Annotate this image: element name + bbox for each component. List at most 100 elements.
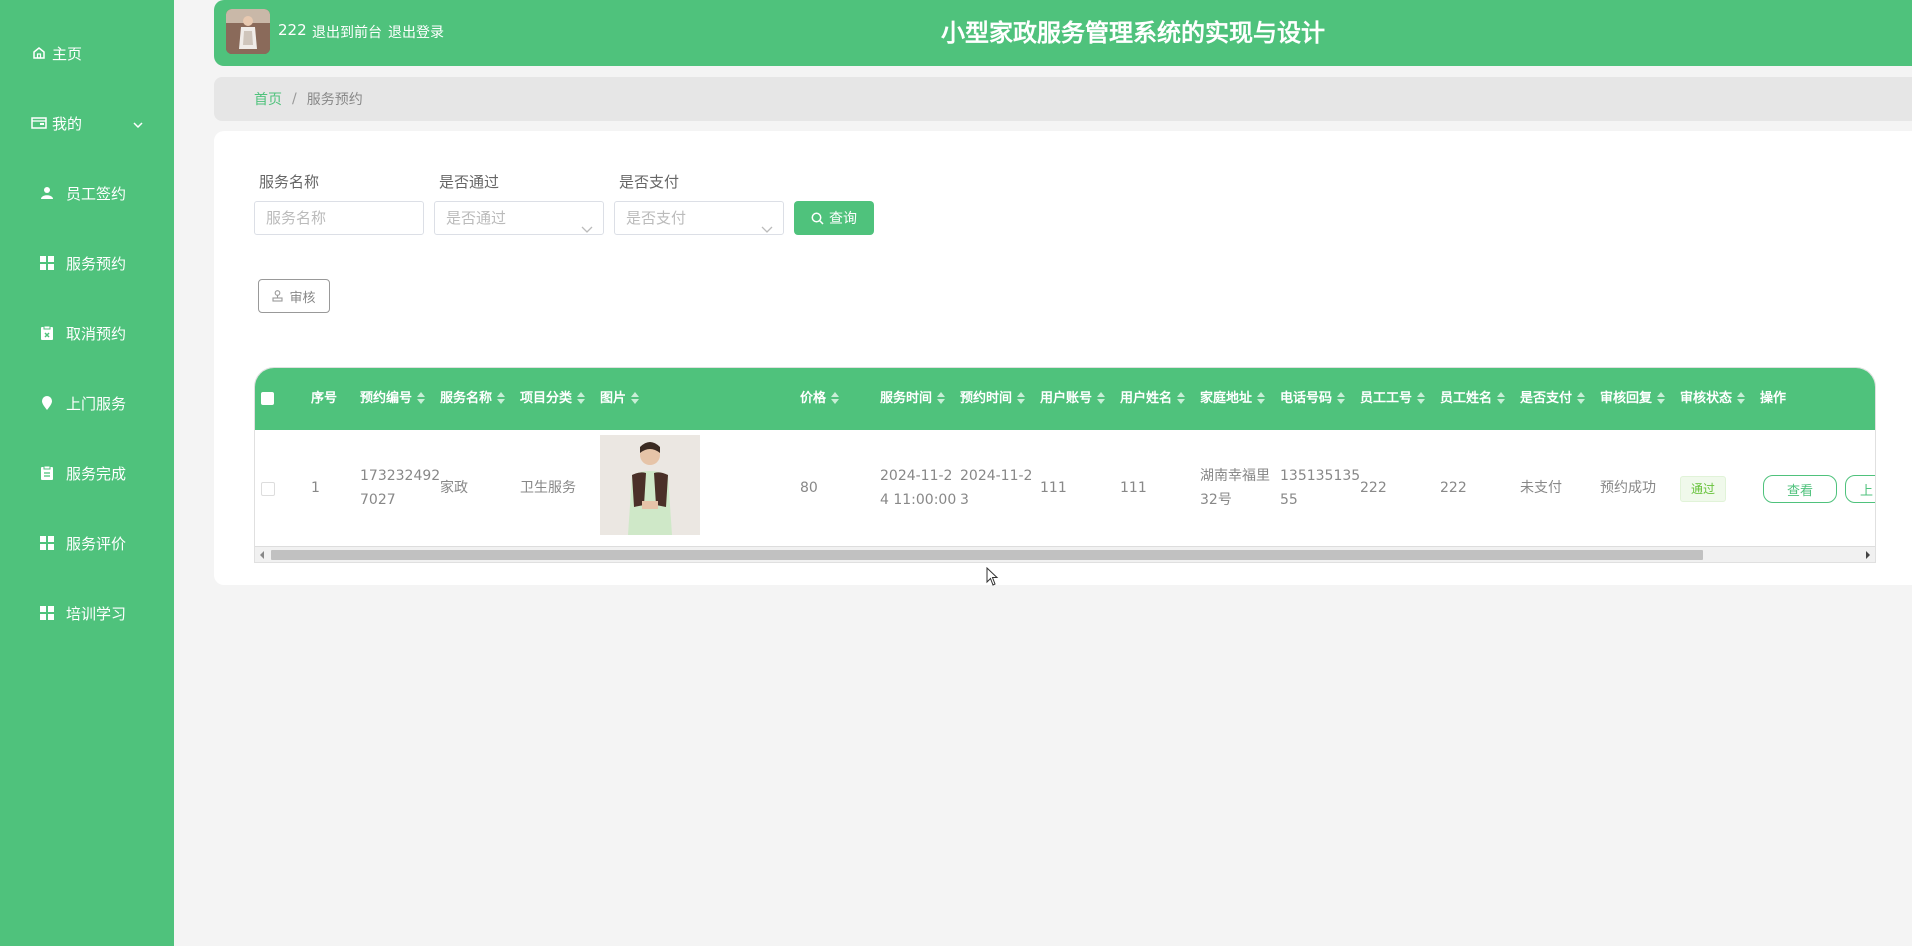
paid-placeholder: 是否支付: [626, 209, 687, 227]
breadcrumb: 首页 / 服务预约: [214, 77, 1912, 121]
status-badge: 通过: [1680, 476, 1726, 502]
scroll-thumb[interactable]: [271, 550, 1703, 560]
col-header-category[interactable]: 项目分类: [520, 368, 586, 430]
sort-icon: [1657, 391, 1666, 404]
paid-select[interactable]: 是否支付: [614, 201, 784, 235]
sidebar-item-label: 主页: [52, 44, 83, 63]
view-button-label: 查看: [1786, 483, 1813, 499]
sidebar-item-label: 服务评价: [66, 534, 127, 553]
col-header-audit-reply[interactable]: 审核回复: [1600, 368, 1666, 430]
sidebar-item-label: 培训学习: [66, 604, 127, 623]
sidebar-item-service-booking[interactable]: 服务预约: [0, 243, 174, 283]
scroll-right-arrow-icon[interactable]: [1866, 551, 1870, 559]
breadcrumb-current: 服务预约: [306, 92, 363, 108]
sidebar-item-cancel-booking[interactable]: 取消预约: [0, 313, 174, 353]
sidebar-item-service-done[interactable]: 服务完成: [0, 453, 174, 493]
mouse-cursor-icon: [986, 566, 1000, 591]
sidebar-item-label: 我的: [52, 114, 83, 133]
service-name-label: 服务名称: [259, 173, 320, 191]
cell-phone: 135135135 55: [1280, 468, 1361, 508]
col-header-phone[interactable]: 电话号码: [1280, 368, 1346, 430]
query-button-label: 查询: [829, 211, 857, 227]
cell-user-account: 111: [1040, 480, 1067, 496]
next-action-button[interactable]: 上: [1845, 475, 1875, 503]
audit-button-label: 审核: [289, 290, 316, 306]
cell-booking-time: 2024-11-2 3: [960, 468, 1033, 508]
wallet-icon: [30, 114, 48, 132]
sort-icon: [1257, 391, 1266, 404]
sidebar-item-home-service[interactable]: 上门服务: [0, 383, 174, 423]
cell-audit-reply: 预约成功: [1600, 480, 1656, 496]
sidebar-item-label: 取消预约: [66, 324, 127, 343]
sort-icon: [1017, 391, 1026, 404]
col-header-index: 序号: [311, 391, 338, 406]
audit-button[interactable]: 审核: [258, 279, 330, 313]
clipboard-x-icon: [38, 324, 56, 342]
col-header-booking-no[interactable]: 预约编号: [360, 368, 426, 430]
horizontal-scrollbar[interactable]: [255, 546, 1875, 562]
sidebar-item-training[interactable]: 培训学习: [0, 593, 174, 633]
table-header: 序号 预约编号 服务名称 项目分类 图片 价格 服务时间 预约时间 用户账号 用…: [255, 368, 1875, 430]
sidebar-item-staff-contract[interactable]: 员工签约: [0, 173, 174, 213]
sort-icon: [831, 391, 840, 404]
search-icon: [811, 212, 824, 225]
content-panel: 服务名称 服务名称 是否通过 是否通过 是否支付 是否支付 查询 审核 序号 预…: [214, 131, 1912, 585]
sort-icon: [417, 391, 426, 404]
col-header-image[interactable]: 图片: [600, 368, 640, 430]
col-header-staff-no[interactable]: 员工工号: [1360, 368, 1426, 430]
cell-staff-name: 222: [1440, 480, 1467, 496]
passed-select[interactable]: 是否通过: [434, 201, 604, 235]
col-header-address[interactable]: 家庭地址: [1200, 368, 1266, 430]
cell-booking-no: 173232492 7027: [360, 468, 441, 508]
select-all-checkbox[interactable]: [261, 392, 274, 405]
cell-service-name: 家政: [440, 480, 468, 496]
scroll-left-arrow-icon[interactable]: [260, 551, 264, 559]
cell-price: 80: [800, 480, 818, 496]
breadcrumb-home[interactable]: 首页: [254, 89, 282, 109]
passed-label: 是否通过: [439, 173, 500, 191]
cell-address: 湖南幸福里 32号: [1200, 468, 1270, 508]
sort-icon: [937, 391, 946, 404]
sort-icon: [1737, 391, 1746, 404]
service-image[interactable]: [600, 435, 700, 535]
cell-user-name: 111: [1120, 480, 1147, 496]
col-header-price[interactable]: 价格: [800, 368, 840, 430]
chevron-down-icon: [581, 213, 593, 245]
paid-label: 是否支付: [619, 173, 680, 191]
cell-paid: 未支付: [1520, 480, 1562, 496]
sort-icon: [1097, 391, 1106, 404]
col-header-service-name[interactable]: 服务名称: [440, 368, 506, 430]
sort-icon: [1577, 391, 1586, 404]
cell-staff-no: 222: [1360, 480, 1387, 496]
col-header-user-account[interactable]: 用户账号: [1040, 368, 1106, 430]
sidebar-item-home[interactable]: 主页: [0, 33, 174, 73]
col-header-staff-name[interactable]: 员工姓名: [1440, 368, 1506, 430]
sidebar-item-service-review[interactable]: 服务评价: [0, 523, 174, 563]
col-header-paid[interactable]: 是否支付: [1520, 368, 1586, 430]
passed-placeholder: 是否通过: [446, 209, 507, 227]
sort-icon: [1497, 391, 1506, 404]
person-icon: [38, 184, 56, 202]
grid-icon: [38, 254, 56, 272]
col-header-booking-time[interactable]: 预约时间: [960, 368, 1026, 430]
breadcrumb-separator: /: [292, 91, 297, 107]
row-checkbox[interactable]: [261, 482, 275, 496]
sort-icon: [1417, 391, 1426, 404]
next-action-label: 上: [1860, 483, 1874, 499]
service-name-input[interactable]: 服务名称: [254, 201, 424, 235]
chevron-down-icon: [761, 213, 773, 245]
sidebar-item-label: 服务完成: [66, 464, 127, 483]
page-title: 小型家政服务管理系统的实现与设计: [941, 19, 1325, 47]
sidebar-item-mine[interactable]: 我的: [0, 103, 174, 143]
data-table: 序号 预约编号 服务名称 项目分类 图片 价格 服务时间 预约时间 用户账号 用…: [254, 367, 1876, 563]
cell-category: 卫生服务: [520, 480, 576, 496]
table-row: 1 173232492 7027 家政 卫生服务 80 2024-11-2 4 …: [255, 430, 1875, 546]
col-header-audit-status[interactable]: 审核状态: [1680, 368, 1746, 430]
col-header-service-time[interactable]: 服务时间: [880, 368, 946, 430]
top-bar: 222 退出到前台 退出登录 小型家政服务管理系统的实现与设计: [214, 0, 1912, 66]
sort-icon: [631, 391, 640, 404]
view-button[interactable]: 查看: [1763, 475, 1837, 503]
query-button[interactable]: 查询: [794, 201, 874, 235]
sidebar-item-label: 上门服务: [66, 394, 127, 413]
col-header-user-name[interactable]: 用户姓名: [1120, 368, 1186, 430]
